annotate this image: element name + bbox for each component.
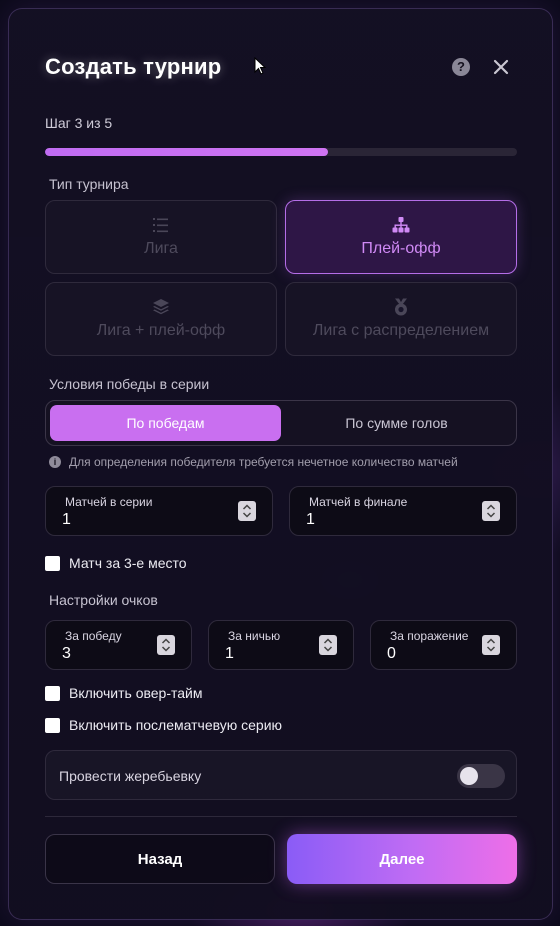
layers-icon bbox=[153, 299, 169, 315]
third-place-label: Матч за 3-е место bbox=[69, 555, 187, 571]
points-loss-field[interactable]: За поражение 0 bbox=[370, 620, 517, 670]
field-value[interactable]: 1 bbox=[225, 645, 234, 663]
list-icon bbox=[153, 218, 168, 233]
info-icon: i bbox=[49, 456, 61, 468]
shootout-label: Включить послематчевую серию bbox=[69, 717, 283, 733]
third-place-checkbox-row[interactable]: Матч за 3-е место bbox=[45, 555, 187, 571]
series-win-toggle: По победам По сумме голов bbox=[45, 400, 517, 446]
progress-bar bbox=[45, 148, 517, 156]
stepper-arrows-icon[interactable] bbox=[482, 635, 500, 655]
mouse-cursor-icon bbox=[254, 57, 267, 75]
toggle-knob bbox=[460, 767, 478, 785]
type-option-league-playoff[interactable]: Лига + плей-офф bbox=[45, 282, 277, 356]
series-info-note: i Для определения победителя требуется н… bbox=[49, 455, 458, 469]
back-button[interactable]: Назад bbox=[45, 834, 275, 884]
type-option-label: Лига с распределением bbox=[312, 322, 490, 339]
overtime-checkbox[interactable] bbox=[45, 685, 60, 701]
shootout-checkbox[interactable] bbox=[45, 717, 60, 733]
type-option-league-distribution[interactable]: Лига с распределением bbox=[285, 282, 517, 356]
series-win-label: Условия победы в серии bbox=[49, 376, 210, 392]
draw-lots-row: Провести жеребьевку bbox=[45, 750, 517, 800]
type-option-label: Лига bbox=[144, 240, 178, 257]
type-option-label: Плей-офф bbox=[361, 240, 441, 257]
overtime-checkbox-row[interactable]: Включить овер-тайм bbox=[45, 685, 202, 701]
progress-bar-fill bbox=[45, 148, 329, 156]
field-value[interactable]: 0 bbox=[387, 645, 396, 663]
matches-in-series-field[interactable]: Матчей в серии 1 bbox=[45, 486, 273, 536]
field-label: Матчей в финале bbox=[309, 495, 408, 509]
stepper-arrows-icon[interactable] bbox=[482, 501, 500, 521]
bracket-icon bbox=[392, 217, 410, 233]
field-value[interactable]: 1 bbox=[62, 511, 71, 529]
stepper-arrows-icon[interactable] bbox=[157, 635, 175, 655]
field-label: За победу bbox=[65, 629, 122, 643]
field-label: За ничью bbox=[228, 629, 281, 643]
info-text: Для определения победителя требуется неч… bbox=[69, 455, 458, 469]
tournament-type-label: Тип турнира bbox=[49, 176, 129, 192]
third-place-checkbox[interactable] bbox=[45, 555, 60, 571]
matches-in-final-field[interactable]: Матчей в финале 1 bbox=[289, 486, 517, 536]
shootout-checkbox-row[interactable]: Включить послематчевую серию bbox=[45, 717, 282, 733]
field-label: Матчей в серии bbox=[65, 495, 153, 509]
type-option-label: Лига + плей-офф bbox=[96, 322, 226, 339]
stepper-arrows-icon[interactable] bbox=[238, 501, 256, 521]
next-button[interactable]: Далее bbox=[287, 834, 517, 884]
overtime-label: Включить овер-тайм bbox=[69, 685, 203, 701]
points-draw-field[interactable]: За ничью 1 bbox=[208, 620, 354, 670]
by-wins-option[interactable]: По победам bbox=[50, 405, 281, 441]
points-settings-label: Настройки очков bbox=[49, 592, 158, 608]
close-icon[interactable] bbox=[492, 58, 510, 76]
field-value[interactable]: 3 bbox=[62, 645, 71, 663]
medal-icon bbox=[395, 298, 407, 316]
points-win-field[interactable]: За победу 3 bbox=[45, 620, 192, 670]
footer-divider bbox=[45, 816, 517, 817]
draw-lots-label: Провести жеребьевку bbox=[59, 768, 202, 784]
field-label: За поражение bbox=[390, 629, 469, 643]
help-icon[interactable]: ? bbox=[452, 58, 470, 76]
type-option-league[interactable]: Лига bbox=[45, 200, 277, 274]
draw-lots-toggle[interactable] bbox=[457, 764, 505, 788]
step-indicator: Шаг 3 из 5 bbox=[45, 115, 113, 131]
type-option-playoff[interactable]: Плей-офф bbox=[285, 200, 517, 274]
by-goals-option[interactable]: По сумме голов bbox=[281, 405, 512, 441]
stepper-arrows-icon[interactable] bbox=[319, 635, 337, 655]
field-value[interactable]: 1 bbox=[306, 511, 315, 529]
modal-title: Создать турнир bbox=[45, 54, 222, 79]
